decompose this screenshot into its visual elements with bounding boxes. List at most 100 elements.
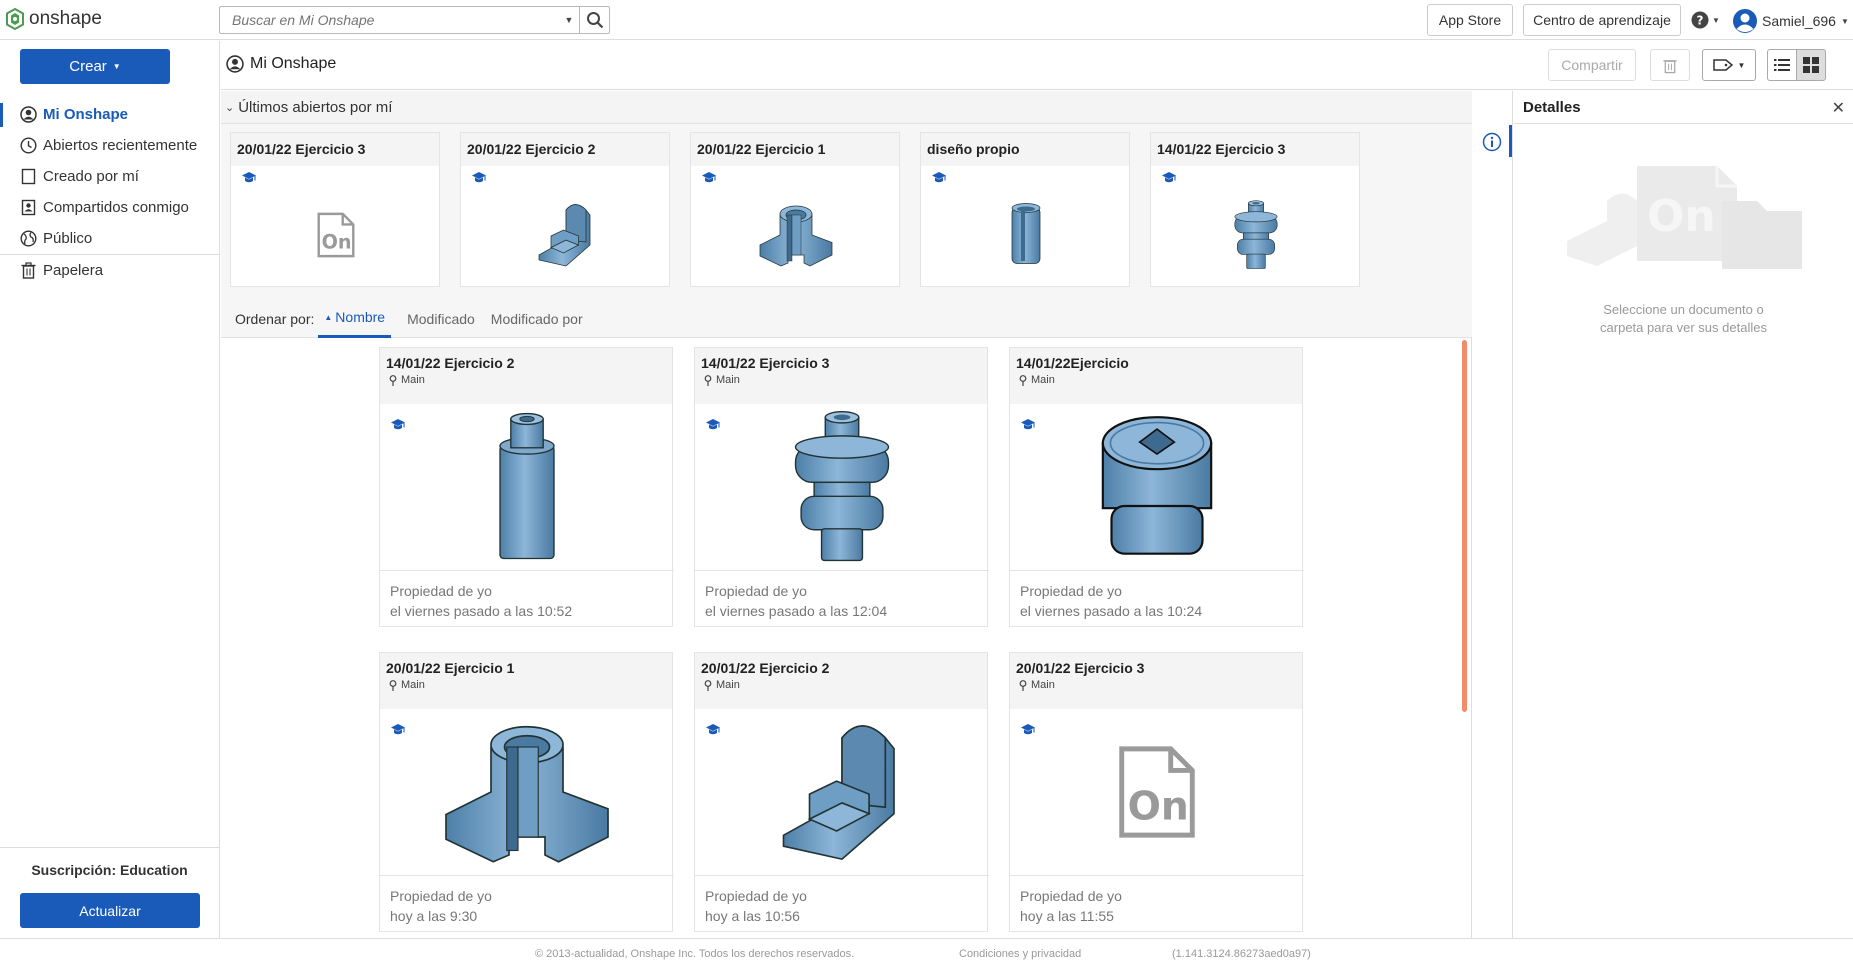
document-branch: Main (701, 679, 981, 691)
document-thumbnail (380, 709, 674, 874)
document-owner: Propiedad de yo (705, 583, 807, 599)
document-card-header: 20/01/22 Ejercicio 3 Main (1010, 653, 1302, 709)
list-view-button[interactable] (1767, 49, 1797, 81)
sort-bar: Ordenar por: ▲ Nombre Modificado Modific… (221, 300, 1472, 338)
document-title: 20/01/22 Ejercicio 2 (701, 660, 830, 676)
chevron-down-icon: ▼ (1840, 16, 1849, 26)
search-scope-dropdown-icon[interactable]: ▼ (559, 7, 579, 33)
document-icon (21, 168, 36, 185)
sidebar-item-label: Compartidos conmigo (43, 199, 189, 216)
chevron-down-icon: ▼ (112, 62, 121, 71)
sort-by-modified[interactable]: Modificado (407, 300, 475, 338)
document-owner: Propiedad de yo (1020, 888, 1122, 904)
scrollbar-thumb[interactable] (1462, 340, 1467, 712)
recent-card[interactable]: diseño propio (920, 132, 1130, 287)
help-menu[interactable]: ? ▼ (1691, 11, 1720, 29)
branch-label: Main (716, 679, 740, 691)
document-meta: Propiedad de yo el viernes pasado a las … (380, 570, 674, 628)
recent-card[interactable]: 20/01/22 Ejercicio 2 (460, 132, 670, 287)
document-thumbnail (695, 404, 989, 569)
chevron-down-icon: ▼ (1737, 60, 1746, 70)
document-modified: hoy a las 10:56 (705, 908, 800, 924)
flange-model-thumbnail (756, 200, 836, 270)
create-label: Crear (69, 58, 107, 75)
document-card-header: 20/01/22 Ejercicio 1 Main (380, 653, 672, 709)
document-card[interactable]: 20/01/22 Ejercicio 3 Main Propiedad de y… (1009, 652, 1304, 932)
upgrade-button[interactable]: Actualizar (20, 893, 200, 928)
copyright-text: © 2013-actualidad, Onshape Inc. Todos lo… (535, 948, 855, 960)
document-card[interactable]: 14/01/22 Ejercicio 3 Main Propiedad de y… (694, 347, 989, 628)
sidebar-item-label: Creado por mí (43, 168, 139, 185)
recent-card-title: 20/01/22 Ejercicio 3 (231, 133, 439, 166)
document-thumbnail (921, 185, 1131, 285)
document-card[interactable]: 14/01/22 Ejercicio 2 Main Propiedad de y… (379, 347, 674, 628)
grid-view-button[interactable] (1796, 49, 1826, 81)
sidebar-item-public[interactable]: Público (0, 223, 219, 254)
document-card[interactable]: 20/01/22 Ejercicio 2 Main Propiedad de y… (694, 652, 989, 932)
spool-model-thumbnail (1230, 199, 1282, 271)
subscription-text: Suscripción: Education (0, 862, 219, 878)
details-empty-line1: Seleccione un documento o (1603, 302, 1764, 317)
branch-pin-icon (704, 679, 712, 691)
onshape-logo-icon (6, 8, 24, 30)
document-thumbnail (691, 185, 901, 285)
document-title: 20/01/22 Ejercicio 3 (1016, 660, 1145, 676)
user-menu[interactable]: Samiel_696 ▼ (1733, 9, 1849, 33)
top-bar: onshape ▼ App Store Centro de aprendizaj… (0, 0, 1853, 40)
user-circle-icon (226, 55, 244, 73)
sidebar-item-label: Mi Onshape (43, 106, 129, 123)
search-button[interactable] (579, 7, 609, 33)
subscription-label: Suscripción: (31, 862, 117, 878)
document-meta: Propiedad de yo hoy a las 9:30 (380, 875, 674, 933)
version-text: (1.141.3124.86273aed0a97) (1172, 948, 1311, 960)
education-icon (931, 171, 947, 185)
document-thumbnail (1010, 709, 1304, 874)
documents-grid: 14/01/22 Ejercicio 2 Main Propiedad de y… (221, 339, 1472, 938)
shared-icon (21, 199, 36, 216)
education-icon (701, 171, 717, 185)
label-button[interactable]: ▼ (1702, 49, 1756, 81)
sort-option-label: Nombre (335, 309, 386, 325)
education-icon (471, 171, 487, 185)
document-card[interactable]: 20/01/22 Ejercicio 1 Main Propiedad de y… (379, 652, 674, 933)
recent-card[interactable]: 20/01/22 Ejercicio 1 (690, 132, 900, 287)
sidebar-item-recent[interactable]: Abiertos recientemente (0, 130, 219, 161)
delete-button[interactable] (1650, 49, 1690, 81)
sidebar-item-label: Público (43, 230, 93, 247)
sidebar-item-label: Abiertos recientemente (43, 137, 198, 154)
education-icon (1161, 171, 1177, 185)
search-input[interactable] (220, 7, 559, 33)
recent-section-header[interactable]: ⌄ Últimos abiertos por mí (221, 91, 1472, 124)
create-button[interactable]: Crear ▼ (20, 49, 170, 84)
recent-card[interactable]: 14/01/22 Ejercicio 3 (1150, 132, 1360, 287)
socket-cap-model-thumbnail (1092, 409, 1222, 564)
tag-icon (1712, 59, 1733, 71)
details-tab-strip (1473, 91, 1513, 938)
sidebar-item-mi-onshape[interactable]: Mi Onshape (0, 99, 219, 130)
sidebar-item-label: Papelera (43, 262, 104, 279)
sidebar-item-created-by-me[interactable]: Creado por mí (0, 161, 219, 192)
document-branch: Main (701, 374, 981, 386)
terms-link[interactable]: Condiciones y privacidad (959, 948, 1081, 960)
document-title: 14/01/22 Ejercicio 2 (386, 355, 515, 371)
sidebar-item-shared-with-me[interactable]: Compartidos conmigo (0, 192, 219, 223)
document-card[interactable]: 14/01/22Ejercicio Main Propiedad de yo e… (1009, 347, 1304, 627)
share-button[interactable]: Compartir (1548, 49, 1636, 81)
sort-by-modified-by[interactable]: Modificado por (491, 300, 583, 338)
learning-center-button[interactable]: Centro de aprendizaje (1523, 4, 1681, 36)
app-store-button[interactable]: App Store (1427, 4, 1513, 36)
info-icon[interactable] (1482, 132, 1502, 152)
document-owner: Propiedad de yo (1020, 583, 1122, 599)
svg-text:On: On (1647, 191, 1716, 242)
details-header: Detalles ✕ (1514, 91, 1853, 124)
sort-ascending-icon: ▲ (324, 312, 333, 322)
recent-card[interactable]: 20/01/22 Ejercicio 3 (230, 132, 440, 287)
document-card-header: 14/01/22Ejercicio Main (1010, 348, 1302, 404)
branch-pin-icon (389, 374, 397, 386)
document-meta: Propiedad de yo el viernes pasado a las … (695, 570, 989, 628)
onshape-logo[interactable]: onshape (6, 8, 102, 30)
sort-by-name[interactable]: ▲ Nombre (318, 300, 392, 338)
document-modified: el viernes pasado a las 10:52 (390, 603, 573, 619)
close-icon[interactable]: ✕ (1832, 98, 1845, 118)
sidebar-item-trash[interactable]: Papelera (0, 255, 219, 286)
